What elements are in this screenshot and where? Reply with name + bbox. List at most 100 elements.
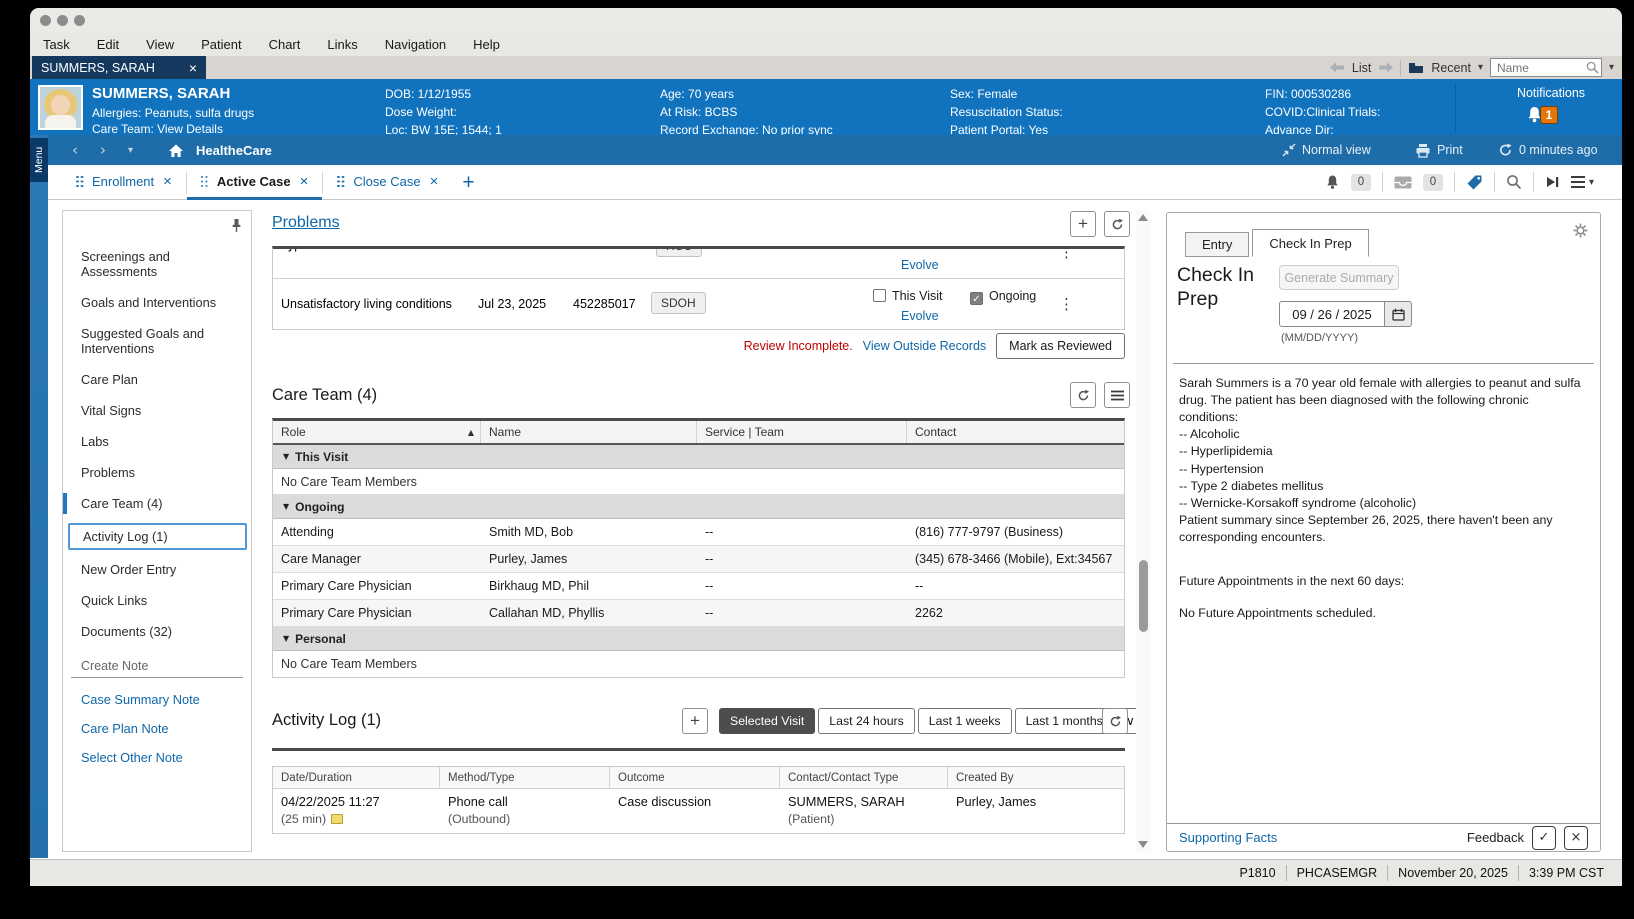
- table-row[interactable]: Care Manager Purley, James -- (345) 678-…: [273, 546, 1124, 573]
- sidebar-item-vital-signs[interactable]: Vital Signs: [63, 399, 251, 422]
- activity-log-refresh-button[interactable]: [1102, 708, 1128, 734]
- menu-help[interactable]: Help: [473, 37, 500, 52]
- menu-vertical-tab[interactable]: Menu: [30, 138, 48, 182]
- scrollbar-thumb[interactable]: [1139, 560, 1148, 632]
- close-icon[interactable]: ×: [300, 173, 309, 190]
- patient-avatar[interactable]: [38, 85, 83, 130]
- drag-handle-icon[interactable]: [201, 176, 208, 187]
- care-team-menu-button[interactable]: [1104, 382, 1130, 408]
- column-header-date-duration[interactable]: Date/Duration: [273, 767, 440, 788]
- sidebar-item-care-plan[interactable]: Care Plan: [63, 368, 251, 391]
- problem-row-partial[interactable]: Type 2 diabetes mellitus 197761017 HCC E…: [273, 249, 1124, 279]
- column-header-service-team[interactable]: Service | Team: [697, 421, 907, 443]
- date-input[interactable]: 09 / 26 / 2025: [1279, 301, 1385, 327]
- nav-back-button[interactable]: ‹: [72, 135, 78, 165]
- calendar-icon[interactable]: [1385, 301, 1412, 327]
- notifications-button[interactable]: 1: [1526, 105, 1558, 124]
- page-menu-button[interactable]: ▾: [1571, 176, 1594, 188]
- close-icon[interactable]: ×: [163, 173, 172, 190]
- window-control-dot[interactable]: [57, 15, 68, 26]
- pin-icon[interactable]: [231, 218, 242, 233]
- care-team-view-details[interactable]: Care Team: View Details: [92, 122, 223, 136]
- column-header-role[interactable]: Role▲: [273, 421, 481, 443]
- recent-label[interactable]: Recent: [1431, 61, 1471, 75]
- menu-task[interactable]: Task: [43, 37, 70, 52]
- bell-icon[interactable]: [1325, 174, 1340, 191]
- filter-last-1-weeks[interactable]: Last 1 weeks: [918, 708, 1012, 734]
- sidebar-item-documents[interactable]: Documents (32): [63, 620, 251, 643]
- group-row-personal[interactable]: ▼Personal: [273, 627, 1124, 651]
- evolve-link[interactable]: Evolve: [901, 309, 939, 323]
- care-team-refresh-button[interactable]: [1070, 382, 1096, 408]
- evolve-link[interactable]: Evolve: [901, 258, 939, 272]
- sidebar-item-goals[interactable]: Goals and Interventions: [63, 291, 251, 314]
- feedback-positive-button[interactable]: ✓: [1532, 826, 1556, 850]
- filter-selected-visit[interactable]: Selected Visit: [719, 708, 815, 734]
- home-button[interactable]: [168, 135, 184, 165]
- sidebar-item-activity-log[interactable]: Activity Log (1): [68, 523, 247, 550]
- activity-log-row[interactable]: 04/22/2025 11:27 (25 min) Phone call (Ou…: [273, 789, 1124, 833]
- main-scrollbar[interactable]: [1136, 210, 1151, 852]
- inbox-icon[interactable]: [1394, 176, 1412, 189]
- menu-navigation[interactable]: Navigation: [385, 37, 446, 52]
- patient-tab[interactable]: SUMMERS, SARAH ×: [32, 56, 206, 79]
- tag-icon[interactable]: [1466, 174, 1483, 191]
- note-icon[interactable]: [331, 814, 343, 824]
- problems-title-link[interactable]: Problems: [272, 214, 340, 232]
- print-button[interactable]: Print: [1415, 135, 1463, 165]
- menu-chart[interactable]: Chart: [269, 37, 301, 52]
- filter-last-24-hours[interactable]: Last 24 hours: [818, 708, 915, 734]
- tab-check-in-prep[interactable]: Check In Prep: [1252, 229, 1368, 257]
- problem-row[interactable]: Unsatisfactory living conditions Jul 23,…: [273, 279, 1124, 329]
- sidebar-item-quick-links[interactable]: Quick Links: [63, 589, 251, 612]
- generate-summary-button[interactable]: Generate Summary: [1279, 265, 1399, 290]
- search-icon[interactable]: [1506, 174, 1522, 190]
- column-header-created-by[interactable]: Created By: [948, 767, 1124, 788]
- tab-enrollment[interactable]: Enrollment ×: [62, 165, 186, 200]
- window-control-dot[interactable]: [74, 15, 85, 26]
- problems-refresh-button[interactable]: [1104, 211, 1130, 237]
- gear-icon[interactable]: [1573, 223, 1588, 238]
- filter-last-1-months[interactable]: Last 1 months: [1015, 708, 1114, 734]
- problems-add-button[interactable]: +: [1070, 211, 1096, 237]
- sidebar-item-new-order-entry[interactable]: New Order Entry: [63, 558, 251, 581]
- group-row-this-visit[interactable]: ▼This Visit: [273, 445, 1124, 469]
- scroll-down-icon[interactable]: [1138, 841, 1148, 848]
- column-header-method-type[interactable]: Method/Type: [440, 767, 610, 788]
- normal-view-button[interactable]: Normal view: [1282, 135, 1371, 165]
- column-header-name[interactable]: Name: [481, 421, 697, 443]
- nav-history-dropdown[interactable]: ▾: [128, 135, 133, 165]
- menu-links[interactable]: Links: [327, 37, 357, 52]
- view-outside-records-link[interactable]: View Outside Records: [863, 339, 986, 353]
- list-forward-icon[interactable]: [1378, 62, 1393, 73]
- this-visit-checkbox[interactable]: This Visit: [873, 287, 942, 305]
- chevron-down-icon[interactable]: ▾: [1478, 62, 1483, 73]
- close-icon[interactable]: ×: [189, 61, 197, 75]
- menu-patient[interactable]: Patient: [201, 37, 241, 52]
- refresh-status-button[interactable]: 0 minutes ago: [1498, 135, 1598, 165]
- table-row[interactable]: Primary Care Physician Callahan MD, Phyl…: [273, 600, 1124, 627]
- list-back-icon[interactable]: [1330, 62, 1345, 73]
- recent-folder-icon[interactable]: [1408, 62, 1424, 74]
- skip-to-end-icon[interactable]: [1545, 175, 1560, 189]
- case-summary-note-link[interactable]: Case Summary Note: [81, 692, 243, 707]
- tab-close-case[interactable]: Close Case ×: [323, 165, 452, 200]
- supporting-facts-link[interactable]: Supporting Facts: [1179, 830, 1277, 845]
- tab-entry[interactable]: Entry: [1185, 232, 1249, 257]
- kebab-menu-icon[interactable]: ⋮: [1059, 249, 1074, 261]
- table-row[interactable]: Attending Smith MD, Bob -- (816) 777-979…: [273, 519, 1124, 546]
- close-icon[interactable]: ×: [430, 173, 439, 190]
- tab-active-case[interactable]: Active Case ×: [187, 165, 322, 200]
- mark-as-reviewed-button[interactable]: Mark as Reviewed: [996, 333, 1125, 359]
- search-icon[interactable]: [1586, 61, 1599, 74]
- scroll-up-icon[interactable]: [1138, 214, 1148, 221]
- table-row[interactable]: Primary Care Physician Birkhaug MD, Phil…: [273, 573, 1124, 600]
- sidebar-item-suggested-goals[interactable]: Suggested Goals and Interventions: [63, 322, 251, 360]
- sidebar-item-screenings[interactable]: Screenings and Assessments: [63, 245, 251, 283]
- menu-view[interactable]: View: [146, 37, 174, 52]
- kebab-menu-icon[interactable]: ⋮: [1059, 295, 1074, 313]
- column-header-contact-type[interactable]: Contact/Contact Type: [780, 767, 948, 788]
- column-header-outcome[interactable]: Outcome: [610, 767, 780, 788]
- select-other-note-link[interactable]: Select Other Note: [81, 750, 243, 765]
- ongoing-checkbox[interactable]: ✓Ongoing: [970, 287, 1036, 305]
